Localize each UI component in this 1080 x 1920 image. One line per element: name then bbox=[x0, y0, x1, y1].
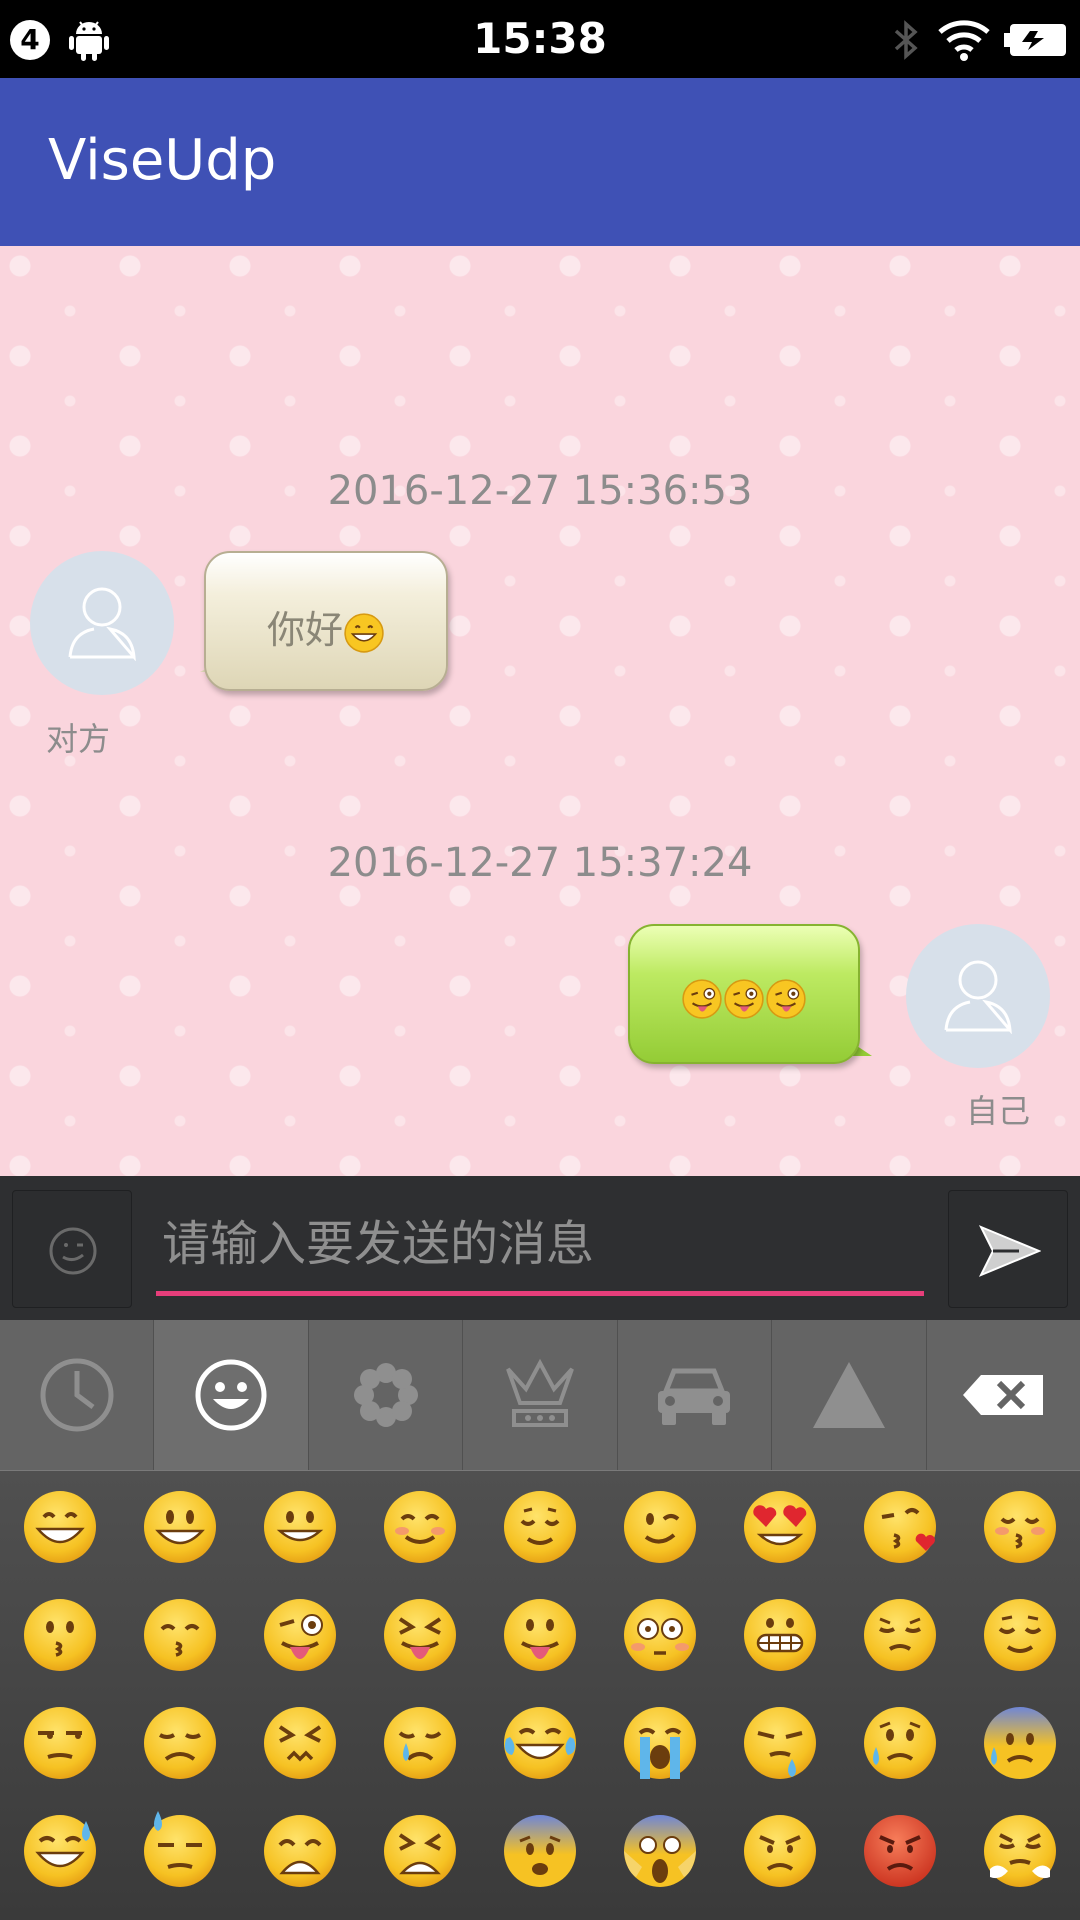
grin-emoji[interactable] bbox=[20, 1487, 100, 1567]
emoji-category-tabs bbox=[0, 1320, 1080, 1470]
kiss-heart-emoji[interactable] bbox=[860, 1487, 940, 1567]
emoji-grid bbox=[0, 1470, 1080, 1920]
smiley-emoji[interactable] bbox=[140, 1487, 220, 1567]
tab-objects[interactable] bbox=[463, 1320, 618, 1470]
message-text-wrap: 你好 bbox=[206, 599, 446, 654]
angry-emoji[interactable] bbox=[740, 1811, 820, 1891]
tab-places[interactable] bbox=[618, 1320, 773, 1470]
user-silhouette-icon bbox=[68, 587, 136, 661]
grimace-emoji[interactable] bbox=[740, 1595, 820, 1675]
received-message-bubble[interactable]: 你好 bbox=[204, 551, 448, 691]
triangle-symbol-icon bbox=[812, 1362, 885, 1428]
pensive-emoji[interactable] bbox=[860, 1595, 940, 1675]
scream-emoji[interactable] bbox=[620, 1811, 700, 1891]
unamused-emoji[interactable] bbox=[20, 1703, 100, 1783]
sent-message-bubble[interactable] bbox=[628, 924, 860, 1064]
sweat-smile-emoji[interactable] bbox=[20, 1811, 100, 1891]
recent-clock-icon bbox=[40, 1358, 114, 1432]
input-bar bbox=[0, 1176, 1080, 1320]
car-icon bbox=[658, 1368, 731, 1425]
joy-emoji[interactable] bbox=[500, 1703, 580, 1783]
sweat-emoji[interactable] bbox=[140, 1811, 220, 1891]
tired-emoji[interactable] bbox=[380, 1811, 460, 1891]
disappointed-emoji[interactable] bbox=[140, 1703, 220, 1783]
peer-avatar[interactable] bbox=[30, 551, 174, 695]
message-timestamp: 2016-12-27 15:37:24 bbox=[327, 840, 753, 886]
grin-icon bbox=[344, 612, 384, 653]
relaxed-emoji[interactable] bbox=[500, 1487, 580, 1567]
chat-area[interactable]: 2016-12-27 15:36:53 对方 你好 2016-12-27 15:… bbox=[0, 246, 1080, 1176]
smiley-icon bbox=[195, 1359, 267, 1431]
emoji-toggle-button[interactable] bbox=[12, 1190, 132, 1308]
triumph-emoji[interactable] bbox=[980, 1811, 1060, 1891]
fearful-emoji[interactable] bbox=[500, 1811, 580, 1891]
flushed-emoji[interactable] bbox=[620, 1595, 700, 1675]
bluetooth-icon bbox=[894, 20, 918, 60]
app-title: ViseUdp bbox=[48, 128, 277, 193]
kissing-smile-emoji[interactable] bbox=[140, 1595, 220, 1675]
wifi-icon bbox=[938, 20, 990, 61]
self-name-label: 自己 bbox=[966, 1092, 1031, 1130]
tab-symbols[interactable] bbox=[772, 1320, 927, 1470]
blush-emoji[interactable] bbox=[380, 1487, 460, 1567]
status-bar: 4 15:38 bbox=[0, 0, 1080, 78]
battery-icon bbox=[1004, 24, 1066, 56]
cold-sweat-emoji[interactable] bbox=[980, 1703, 1060, 1783]
grinning-emoji[interactable] bbox=[260, 1487, 340, 1567]
user-silhouette-icon bbox=[944, 960, 1012, 1034]
wink-tongue-icon bbox=[766, 978, 806, 1019]
message-timestamp: 2016-12-27 15:36:53 bbox=[327, 468, 753, 514]
tongue-emoji[interactable] bbox=[500, 1595, 580, 1675]
crown-icon bbox=[506, 1358, 574, 1427]
heart-eyes-emoji[interactable] bbox=[740, 1487, 820, 1567]
weary-emoji[interactable] bbox=[260, 1811, 340, 1891]
message-emoji-row bbox=[630, 974, 858, 1020]
sleepy-emoji[interactable] bbox=[740, 1703, 820, 1783]
tongue-wink-emoji[interactable] bbox=[260, 1595, 340, 1675]
wink-tongue-icon bbox=[682, 978, 722, 1019]
send-arrow-icon bbox=[979, 1225, 1041, 1277]
tab-smileys[interactable] bbox=[154, 1320, 309, 1470]
rage-emoji[interactable] bbox=[860, 1811, 940, 1891]
app-bar: ViseUdp bbox=[0, 78, 1080, 246]
kissing-closed-emoji[interactable] bbox=[980, 1487, 1060, 1567]
message-text: 你好 bbox=[266, 608, 343, 652]
persevere-emoji[interactable] bbox=[260, 1703, 340, 1783]
wink-face-icon bbox=[49, 1227, 97, 1275]
send-button[interactable] bbox=[948, 1190, 1068, 1308]
self-avatar[interactable] bbox=[906, 924, 1050, 1068]
sad-sweat-emoji[interactable] bbox=[860, 1703, 940, 1783]
message-input[interactable] bbox=[156, 1196, 924, 1296]
flower-icon bbox=[353, 1363, 418, 1427]
sob-emoji[interactable] bbox=[620, 1703, 700, 1783]
peer-name-label: 对方 bbox=[46, 720, 111, 758]
tab-nature[interactable] bbox=[309, 1320, 464, 1470]
kissing-emoji[interactable] bbox=[20, 1595, 100, 1675]
wink-tongue-icon bbox=[724, 978, 764, 1019]
backspace-icon bbox=[963, 1375, 1044, 1415]
tab-recent[interactable] bbox=[0, 1320, 155, 1470]
cry-emoji[interactable] bbox=[380, 1703, 460, 1783]
relieved-emoji[interactable] bbox=[980, 1595, 1060, 1675]
wink-emoji[interactable] bbox=[620, 1487, 700, 1567]
tab-backspace[interactable] bbox=[927, 1320, 1080, 1470]
tongue-squint-emoji[interactable] bbox=[380, 1595, 460, 1675]
